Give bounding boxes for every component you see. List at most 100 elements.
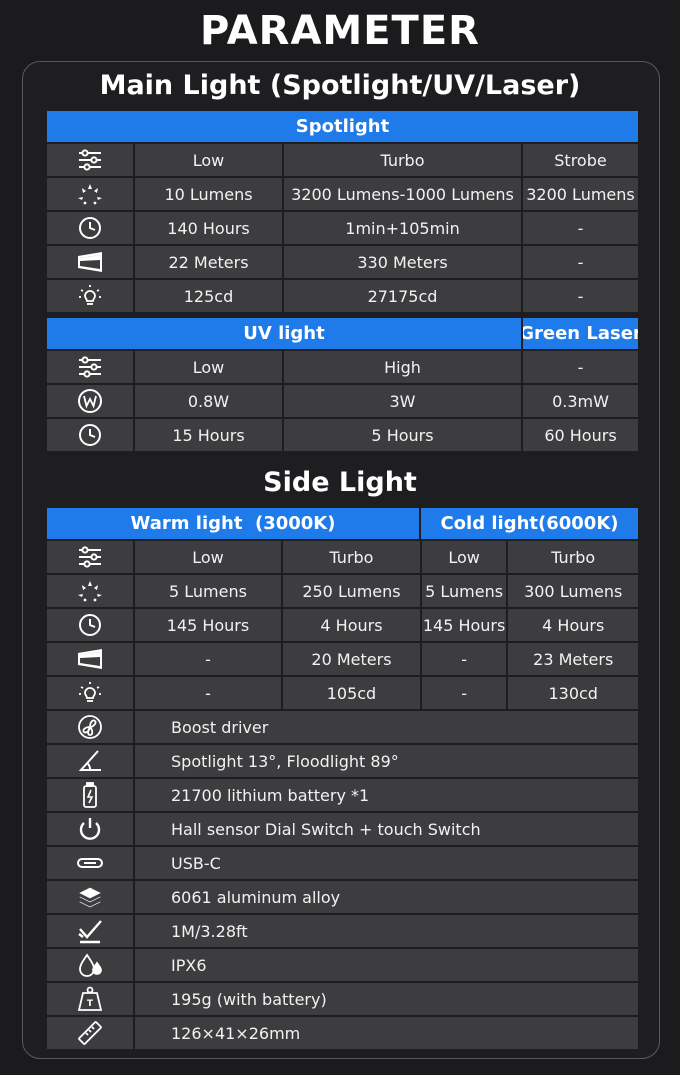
spec-text: 21700 lithium battery *1 [135, 779, 638, 811]
ruler-icon [47, 1017, 133, 1049]
uv-cell: 3W [284, 385, 521, 417]
spec-row: Hall sensor Dial Switch + touch Switch [47, 813, 638, 845]
side-light-cell: - [134, 677, 282, 709]
spotlight-cell: - [523, 280, 638, 312]
side-light-cell: Turbo [283, 541, 420, 573]
side-light-row: 145 Hours 4 Hours 145 Hours 4 Hours [47, 609, 638, 641]
side-light-cell: Turbo [508, 541, 638, 573]
bulb-icon [47, 280, 133, 312]
uv-cell: High [284, 351, 521, 383]
battery-icon [47, 779, 133, 811]
side-light-cell: 5 Lumens [421, 575, 507, 607]
power-icon [47, 813, 133, 845]
side-light-cell: Low [134, 541, 282, 573]
side-light-cell: 4 Hours [283, 609, 420, 641]
brightness-icon [47, 575, 133, 607]
spec-text: IPX6 [135, 949, 638, 981]
cold-light-header: Cold light(6000K) [421, 508, 638, 539]
spotlight-cell: 3200 Lumens-1000 Lumens [284, 178, 521, 210]
spec-row: 1M/3.28ft [47, 915, 638, 947]
side-light-cell: 130cd [508, 677, 638, 709]
spec-text: Hall sensor Dial Switch + touch Switch [135, 813, 638, 845]
spotlight-cell: Turbo [284, 144, 521, 176]
spotlight-cell: 10 Lumens [135, 178, 282, 210]
clock-icon [47, 212, 133, 244]
spec-text: Boost driver [135, 711, 638, 743]
spec-text: 6061 aluminum alloy [135, 881, 638, 913]
main-light-title: Main Light (Spotlight/UV/Laser) [99, 70, 581, 101]
laser-header: Green Laser [523, 318, 638, 349]
spec-text: USB-C [135, 847, 638, 879]
side-light-cell: 5 Lumens [134, 575, 282, 607]
clock-icon [47, 419, 133, 451]
spotlight-header: Spotlight [47, 111, 638, 142]
svg-text:T: T [87, 999, 94, 1009]
spotlight-cell: 3200 Lumens [523, 178, 638, 210]
clock-icon [47, 609, 133, 641]
side-light-cell: - [421, 643, 507, 675]
side-light-cell: 145 Hours [421, 609, 507, 641]
uv-cell: Low [135, 351, 282, 383]
angle-icon [47, 745, 133, 777]
page-title: PARAMETER [200, 8, 480, 54]
side-light-cell: 300 Lumens [508, 575, 638, 607]
watt-icon [47, 385, 133, 417]
spotlight-cell: Low [135, 144, 282, 176]
side-light-row: -20 Meters -23 Meters [47, 643, 638, 675]
side-light-cell: - [421, 677, 507, 709]
spec-row: 126×41×26mm [47, 1017, 638, 1049]
uv-row: 15 Hours 5 Hours 60 Hours [47, 419, 638, 451]
brightness-icon [47, 178, 133, 210]
side-light-cell: 145 Hours [134, 609, 282, 641]
uv-header: UV light [47, 318, 521, 349]
uv-cell: 5 Hours [284, 419, 521, 451]
mode-sliders-icon [47, 541, 133, 573]
side-light-cell: 105cd [283, 677, 420, 709]
spec-row: 6061 aluminum alloy [47, 881, 638, 913]
uv-cell: 60 Hours [523, 419, 638, 451]
spec-text: Spotlight 13°, Floodlight 89° [135, 745, 638, 777]
spotlight-row: Low Turbo Strobe [47, 144, 638, 176]
spotlight-row: 125cd 27175cd - [47, 280, 638, 312]
side-light-row: -105cd -130cd [47, 677, 638, 709]
impact-check-icon [47, 915, 133, 947]
spec-text: 1M/3.28ft [135, 915, 638, 947]
spotlight-cell: 125cd [135, 280, 282, 312]
uv-row: Low High - [47, 351, 638, 383]
spotlight-cell: 22 Meters [135, 246, 282, 278]
weight-icon: T [47, 983, 133, 1015]
spotlight-row: 22 Meters 330 Meters - [47, 246, 638, 278]
side-light-cell: 250 Lumens [283, 575, 420, 607]
spec-text: 195g (with battery) [135, 983, 638, 1015]
layers-icon [47, 881, 133, 913]
bulb-icon [47, 677, 133, 709]
spec-row: Spotlight 13°, Floodlight 89° [47, 745, 638, 777]
spotlight-cell: 27175cd [284, 280, 521, 312]
side-light-table: Warm light (3000K) Cold light(6000K) Low… [47, 508, 638, 1049]
uv-row: 0.8W 3W 0.3mW [47, 385, 638, 417]
uv-cell: 0.3mW [523, 385, 638, 417]
spec-row: 21700 lithium battery *1 [47, 779, 638, 811]
spotlight-cell: Strobe [523, 144, 638, 176]
spotlight-table: Spotlight Low Turbo Strobe 10 Lumens 3200 Lu… [47, 111, 638, 312]
side-light-cell: - [134, 643, 282, 675]
side-light-cell: Low [421, 541, 507, 573]
warm-light-header: Warm light (3000K) [47, 508, 419, 539]
spotlight-row: 10 Lumens 3200 Lumens-1000 Lumens 3200 Lum… [47, 178, 638, 210]
beam-distance-icon [47, 246, 133, 278]
spec-row: IPX6 [47, 949, 638, 981]
spotlight-row: 140 Hours 1min+105min - [47, 212, 638, 244]
side-light-row: Low Turbo Low Turbo [47, 541, 638, 573]
water-drops-icon [47, 949, 133, 981]
side-light-cell: 23 Meters [508, 643, 638, 675]
spotlight-cell: 330 Meters [284, 246, 521, 278]
side-light-cell: 4 Hours [508, 609, 638, 641]
side-light-title: Side Light [263, 467, 417, 498]
spec-text: 126×41×26mm [135, 1017, 638, 1049]
beam-distance-icon [47, 643, 133, 675]
mode-sliders-icon [47, 144, 133, 176]
side-light-cell: 20 Meters [283, 643, 420, 675]
spotlight-cell: 1min+105min [284, 212, 521, 244]
spotlight-cell: - [523, 212, 638, 244]
uv-laser-table: UV light Green Laser Low High -0.8W 3W 0.3mW… [47, 318, 638, 451]
